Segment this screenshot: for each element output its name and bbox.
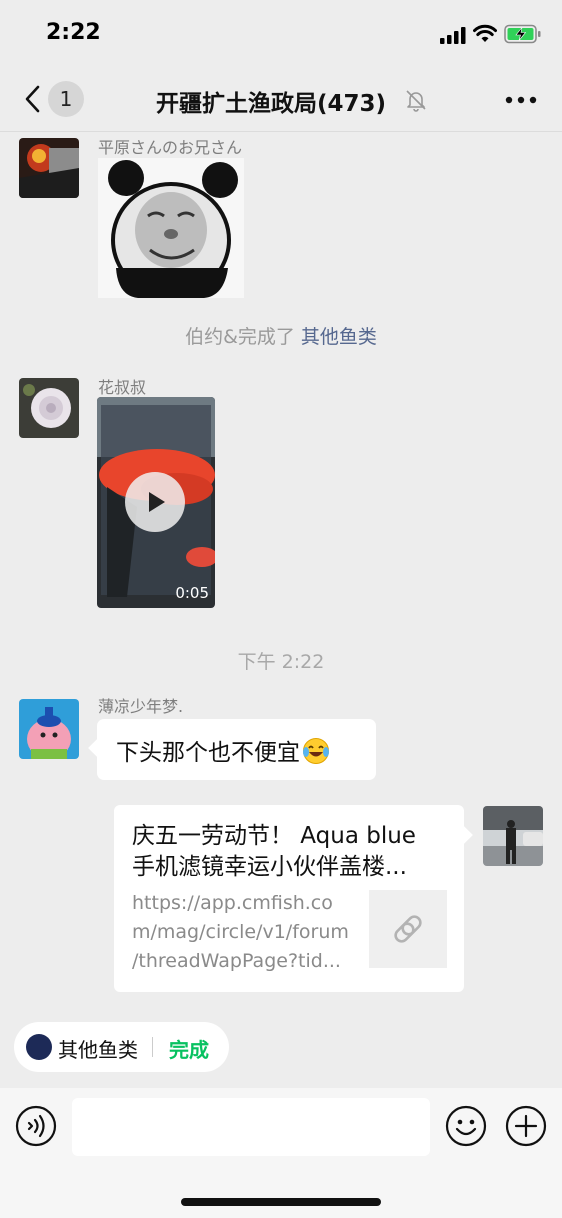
link-card-url: https://app.cmfish.co m/mag/circle/v1/fo…	[132, 889, 352, 976]
sender-name: 薄凉少年梦.	[98, 697, 184, 716]
play-button[interactable]	[125, 472, 185, 532]
plus-icon[interactable]	[505, 1105, 547, 1147]
chat-title: 开疆扩土渔政局(473)	[156, 91, 387, 117]
message-input[interactable]	[72, 1098, 430, 1156]
battery-charging-icon	[504, 24, 541, 44]
timestamp: 下午 2:22	[237, 651, 325, 673]
emoji-icon[interactable]	[445, 1105, 487, 1147]
link-card-url-line: https://app.cmfish.co	[132, 892, 333, 914]
avatar[interactable]	[19, 699, 79, 759]
avatar-self[interactable]	[483, 806, 543, 866]
unread-count-badge[interactable]: 1	[48, 81, 84, 117]
system-notice: 伯约&完成了 其他鱼类	[0, 322, 562, 349]
chip-logo-icon	[26, 1034, 52, 1060]
sender-name: 花叔叔	[98, 378, 147, 397]
chevron-left-icon[interactable]	[22, 84, 42, 114]
link-card-title-line: 庆五一劳动节！ Aqua blue	[132, 823, 416, 849]
system-notice-link[interactable]: 其他鱼类	[301, 326, 377, 348]
bell-slash-icon	[406, 90, 426, 112]
avatar-image	[19, 699, 79, 759]
message-text-content: 下头那个也不便宜	[116, 740, 300, 766]
chip-label: 其他鱼类	[58, 1038, 138, 1062]
avatar-image	[19, 138, 79, 198]
chat-header: 1 开疆扩土渔政局(473)	[0, 66, 562, 132]
input-bar	[0, 1088, 562, 1218]
divider	[152, 1037, 153, 1057]
avatar[interactable]	[19, 378, 79, 438]
status-time: 2:22	[46, 20, 101, 45]
cellular-signal-icon	[440, 27, 466, 44]
more-icon[interactable]	[504, 96, 538, 104]
avatar-image	[19, 378, 79, 438]
play-icon	[149, 492, 165, 512]
tears-of-joy-emoji-icon	[303, 738, 329, 764]
voice-icon[interactable]	[15, 1105, 57, 1147]
status-bar: 2:22	[0, 0, 562, 66]
quick-action-bar: 其他鱼类 完成	[0, 1010, 562, 1088]
avatar-image	[483, 806, 543, 866]
wifi-icon	[473, 24, 497, 42]
link-card-url-line: m/mag/circle/v1/forum	[132, 921, 349, 943]
video-duration: 0:05	[175, 584, 209, 602]
link-card-thumbnail	[369, 890, 447, 968]
solitaire-chip[interactable]: 其他鱼类 完成	[14, 1022, 229, 1072]
message-text: 下头那个也不便宜	[116, 733, 330, 767]
system-notice-text: 伯约&完成了	[185, 326, 301, 348]
link-card[interactable]: 庆五一劳动节！ Aqua blue 手机滤镜幸运小伙伴盖楼... https:/…	[114, 805, 464, 992]
link-card-url-line: /threadWapPage?tid...	[132, 950, 341, 972]
link-card-title-line: 手机滤镜幸运小伙伴盖楼...	[132, 854, 407, 880]
sender-name: 平原さんのお兄さん	[98, 138, 243, 157]
video-message[interactable]: 0:05	[97, 397, 215, 608]
panda-meme-sticker	[98, 158, 244, 298]
home-indicator	[181, 1198, 381, 1206]
avatar[interactable]	[19, 138, 79, 198]
link-card-title: 庆五一劳动节！ Aqua blue 手机滤镜幸运小伙伴盖楼...	[132, 821, 447, 883]
done-button[interactable]: 完成	[169, 1034, 209, 1063]
sticker-message[interactable]	[98, 158, 244, 298]
link-icon	[394, 915, 422, 943]
